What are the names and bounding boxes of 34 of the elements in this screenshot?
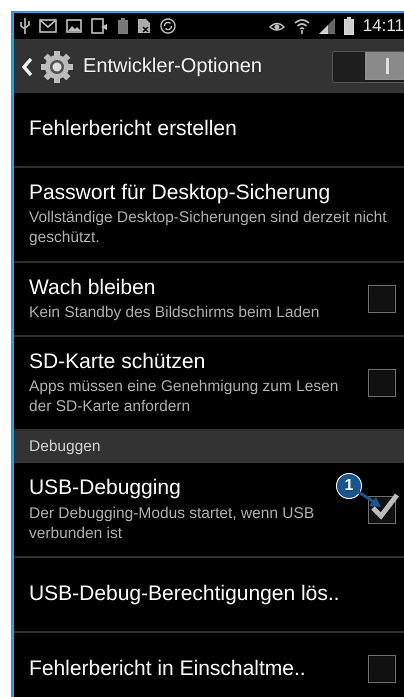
mail-icon bbox=[39, 19, 57, 33]
callout-badge: 1 bbox=[336, 473, 362, 500]
checkbox[interactable] bbox=[368, 284, 396, 313]
toggle-switch[interactable] bbox=[332, 50, 404, 82]
phone-icon bbox=[91, 18, 109, 34]
setting-title[interactable]: USB-Debugging bbox=[29, 475, 181, 502]
back-icon[interactable] bbox=[20, 56, 34, 78]
signal-icon bbox=[318, 18, 335, 34]
eye-icon bbox=[268, 20, 285, 32]
section-header: Debuggen bbox=[14, 431, 404, 464]
setting-title[interactable]: Fehlerbericht in Einschaltme.. bbox=[29, 656, 306, 683]
checkbox[interactable] bbox=[368, 369, 396, 398]
setting-title[interactable]: SD-Karte schützen bbox=[29, 348, 206, 376]
sync-icon bbox=[160, 18, 176, 34]
wifi-icon bbox=[294, 18, 310, 34]
clock-time: 14:11 bbox=[362, 16, 404, 36]
image-icon bbox=[66, 19, 82, 33]
sim-card-icon bbox=[137, 18, 151, 34]
battery-icon bbox=[344, 17, 354, 35]
screen-title: Entwickler-Optionen bbox=[83, 55, 263, 78]
setting-summary: Apps müssen eine Genehmigung zum Lesen der SD-Karte anfordern bbox=[29, 377, 340, 418]
setting-title[interactable]: USB-Debug-Berechtigungen lös.. bbox=[29, 581, 340, 608]
setting-summary: Der Debugging-Modus startet, wenn USB verbunden ist bbox=[29, 504, 316, 544]
setting-title[interactable]: Wach bleiben bbox=[29, 274, 156, 301]
callout-arrow bbox=[356, 490, 381, 508]
usb-icon bbox=[20, 18, 30, 34]
setting-title[interactable]: Passwort für Desktop-Sicherung bbox=[29, 180, 330, 206]
battery-icon bbox=[118, 18, 128, 34]
setting-summary: Vollständige Desktop-Sicherungen sind derzeit nicht geschützt. bbox=[29, 208, 388, 248]
gear-icon bbox=[40, 50, 74, 84]
checkbox[interactable] bbox=[368, 655, 396, 684]
checkbox[interactable] bbox=[368, 496, 396, 524]
setting-title[interactable]: Fehlerbericht erstellen bbox=[29, 116, 237, 143]
setting-summary: Kein Standby des Bildschirms beim Laden bbox=[29, 302, 320, 323]
